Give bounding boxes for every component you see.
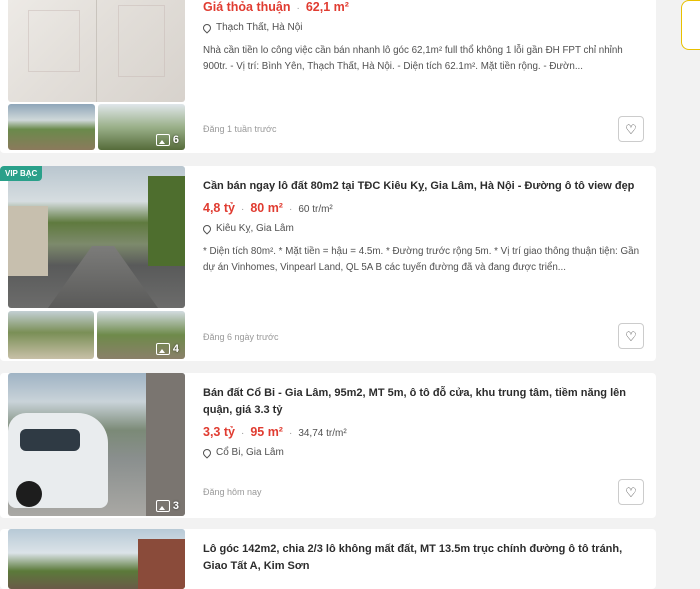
- vip-badge: VIP BẠC: [0, 166, 43, 181]
- listing-description: * Diện tích 80m². * Mặt tiền = hậu = 4.5…: [203, 246, 640, 273]
- save-listing-button[interactable]: ♡: [618, 323, 644, 349]
- price-per-m2: 60 tr/m²: [298, 204, 333, 215]
- photo-count: 6: [155, 134, 179, 146]
- heart-icon: ♡: [625, 328, 637, 344]
- listing-thumb-photo[interactable]: [8, 104, 95, 150]
- listing-title[interactable]: Lô góc 142m2, chia 2/3 lô không mất đất,…: [203, 541, 643, 575]
- listing-location: Kiêu Kỵ, Gia Lâm: [201, 222, 643, 235]
- listing-thumb-photo[interactable]: 4: [97, 311, 185, 359]
- listing-title[interactable]: Bán đất Cổ Bi - Gia Lâm, 95m2, MT 5m, ô …: [203, 385, 643, 419]
- save-listing-button[interactable]: ♡: [618, 479, 644, 505]
- photo-count: 4: [155, 343, 179, 355]
- location-pin-icon: [201, 21, 213, 34]
- listing-description: Nhà cần tiền lo công việc cần bán nhanh …: [203, 45, 623, 72]
- listing-price: 4,8 tỷ: [203, 201, 235, 215]
- listing-card[interactable]: VIP BẠC 4 Cần bán ngay lô đất 80m2 tại T…: [0, 166, 656, 361]
- listing-location: Thạch Thất, Hà Nội: [201, 21, 643, 34]
- listing-card[interactable]: 3 Bán đất Cổ Bi - Gia Lâm, 95m2, MT 5m, …: [0, 373, 656, 518]
- listing-area: 95 m²: [250, 425, 283, 439]
- price-per-m2: 34,74 tr/m²: [298, 428, 347, 439]
- location-pin-icon: [201, 222, 213, 235]
- listing-card[interactable]: 6 Giá thỏa thuận · 62,1 m² Thạch Thất, H…: [0, 0, 656, 153]
- photo-count: 3: [155, 500, 179, 512]
- image-gallery-icon: [155, 343, 170, 355]
- listing-title[interactable]: Cần bán ngay lô đất 80m2 tại TĐC Kiêu Kỵ…: [203, 178, 643, 195]
- floating-side-button[interactable]: [681, 0, 700, 50]
- location-pin-icon: [201, 446, 213, 459]
- listing-thumb-photo[interactable]: 6: [98, 104, 185, 150]
- listing-price: 3,3 tỷ: [203, 425, 235, 439]
- heart-icon: ♡: [625, 121, 637, 137]
- listing-area: 80 m²: [250, 201, 283, 215]
- listing-main-photo[interactable]: 3: [8, 373, 185, 516]
- listing-posted-time: Đăng hôm nay: [203, 487, 262, 497]
- heart-icon: ♡: [625, 484, 637, 500]
- listing-posted-time: Đăng 6 ngày trước: [203, 332, 279, 342]
- listing-area: 62,1 m²: [305, 0, 349, 14]
- listing-main-photo[interactable]: [8, 166, 185, 308]
- image-gallery-icon: [155, 500, 170, 512]
- listing-main-photo[interactable]: [8, 529, 185, 589]
- listing-card[interactable]: Lô góc 142m2, chia 2/3 lô không mất đất,…: [0, 529, 656, 589]
- listing-thumb-photo[interactable]: [8, 311, 94, 359]
- listing-price: Giá thỏa thuận: [203, 0, 291, 14]
- save-listing-button[interactable]: ♡: [618, 116, 644, 142]
- image-gallery-icon: [155, 134, 170, 146]
- listing-main-photo[interactable]: [8, 0, 185, 102]
- listing-location: Cổ Bi, Gia Lâm: [201, 446, 643, 459]
- listing-posted-time: Đăng 1 tuần trước: [203, 124, 277, 134]
